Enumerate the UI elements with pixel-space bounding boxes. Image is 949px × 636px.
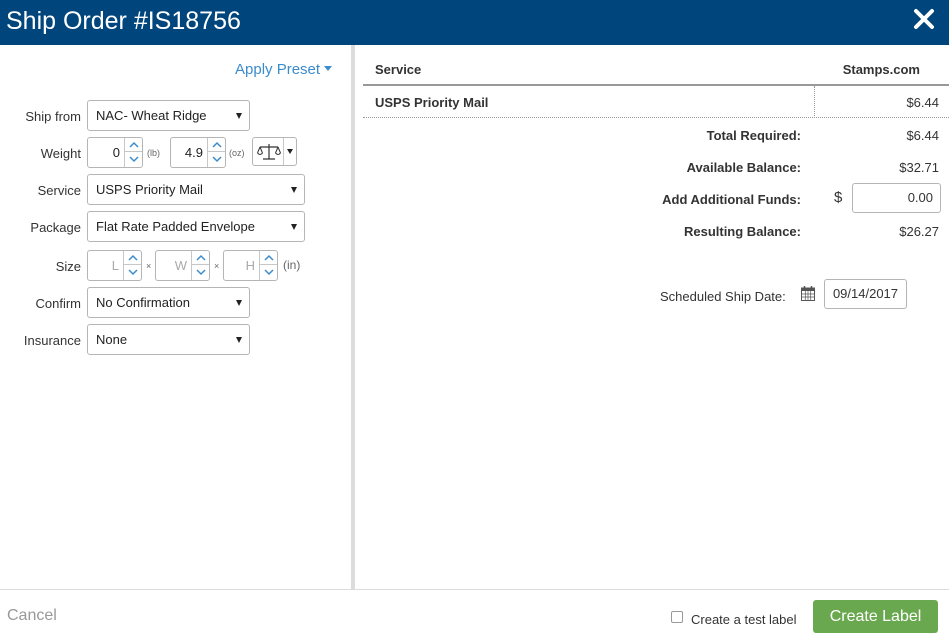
package-label: Package xyxy=(30,220,81,235)
increment-icon[interactable] xyxy=(124,251,141,265)
weight-lb-unit: (lb) xyxy=(147,148,160,158)
insurance-value: None xyxy=(96,332,128,347)
package-select[interactable]: Flat Rate Padded Envelope xyxy=(87,211,305,242)
weight-label: Weight xyxy=(40,146,81,161)
modal-header: Ship Order #IS18756 xyxy=(0,0,949,45)
service-select[interactable]: USPS Priority Mail xyxy=(87,174,305,205)
decrement-icon[interactable] xyxy=(208,152,225,166)
total-required-label: Total Required: xyxy=(706,128,801,143)
cancel-button[interactable]: Cancel xyxy=(7,607,57,625)
size-height-spinner xyxy=(259,251,277,280)
calendar-icon[interactable] xyxy=(801,286,815,301)
increment-icon[interactable] xyxy=(260,251,277,265)
dropdown-arrow-icon xyxy=(236,337,242,343)
decrement-icon[interactable] xyxy=(125,152,142,166)
size-length-placeholder: L xyxy=(111,258,119,273)
apply-preset-label: Apply Preset xyxy=(235,61,321,78)
increment-icon[interactable] xyxy=(208,138,225,152)
size-unit: (in) xyxy=(283,258,301,272)
confirmation-select[interactable]: No Confirmation xyxy=(87,287,250,318)
confirm-label: Confirm xyxy=(35,296,81,311)
test-label-text[interactable]: Create a test label xyxy=(691,612,797,627)
resulting-balance-value: $26.27 xyxy=(899,224,939,239)
confirmation-value: No Confirmation xyxy=(96,295,190,310)
scale-icon xyxy=(257,144,281,160)
modal-footer: Cancel Create a test label Create Label xyxy=(0,589,949,636)
header-divider xyxy=(363,84,949,86)
test-label-checkbox[interactable] xyxy=(671,611,683,623)
rate-cost: $6.44 xyxy=(906,95,939,110)
apply-preset-button[interactable]: Apply Preset xyxy=(235,61,333,78)
available-balance-label: Available Balance: xyxy=(686,160,801,175)
ship-from-select[interactable]: NAC- Wheat Ridge xyxy=(87,100,250,131)
modal-title: Ship Order #IS18756 xyxy=(6,7,241,35)
size-length-spinner xyxy=(123,251,141,280)
service-label: Service xyxy=(37,183,81,198)
size-width-placeholder: W xyxy=(174,258,187,273)
package-value: Flat Rate Padded Envelope xyxy=(96,219,255,234)
shipping-options-panel: Apply Preset Ship from NAC- Wheat Ridge … xyxy=(0,45,351,589)
increment-icon[interactable] xyxy=(192,251,209,265)
add-funds-input[interactable]: 0.00 xyxy=(852,183,941,213)
rate-service: USPS Priority Mail xyxy=(375,95,489,110)
weight-lb-spinner xyxy=(124,138,142,167)
service-value: USPS Priority Mail xyxy=(96,182,203,197)
size-height-placeholder: H xyxy=(245,258,255,273)
weight-oz-input[interactable]: 4.9 xyxy=(170,137,226,168)
caret-down-icon xyxy=(324,66,333,71)
close-icon[interactable] xyxy=(911,6,937,32)
ship-from-label: Ship from xyxy=(25,109,81,124)
times-separator: × xyxy=(146,261,152,271)
decrement-icon[interactable] xyxy=(124,265,141,279)
weight-oz-value: 4.9 xyxy=(184,145,203,160)
size-length-input[interactable]: L xyxy=(87,250,142,281)
service-column-header: Service xyxy=(375,62,422,77)
create-label-button[interactable]: Create Label xyxy=(813,600,938,633)
increment-icon[interactable] xyxy=(125,138,142,152)
currency-symbol: $ xyxy=(834,189,843,206)
weight-lb-input[interactable]: 0 xyxy=(87,137,143,168)
size-label: Size xyxy=(55,259,81,274)
decrement-icon[interactable] xyxy=(192,265,209,279)
decrement-icon[interactable] xyxy=(260,265,277,279)
times-separator: × xyxy=(214,261,220,271)
dropdown-arrow-icon xyxy=(236,113,242,119)
weight-lb-value: 0 xyxy=(112,145,120,160)
provider-column-header: Stamps.com xyxy=(842,62,920,77)
available-balance-value: $32.71 xyxy=(899,160,939,175)
weight-oz-unit: (oz) xyxy=(229,148,245,158)
resulting-balance-label: Resulting Balance: xyxy=(683,224,801,239)
total-required-value: $6.44 xyxy=(906,128,939,143)
ship-from-value: NAC- Wheat Ridge xyxy=(96,108,207,123)
ship-date-input[interactable]: 09/14/2017 xyxy=(824,279,907,309)
size-height-input[interactable]: H xyxy=(223,250,278,281)
dropdown-arrow-icon xyxy=(291,187,297,193)
ship-order-modal: Ship Order #IS18756 Apply Preset Ship fr… xyxy=(0,0,949,636)
size-width-input[interactable]: W xyxy=(155,250,210,281)
scale-button[interactable] xyxy=(252,137,297,166)
caret-down-icon xyxy=(287,149,293,154)
dropdown-arrow-icon xyxy=(291,224,297,230)
size-width-spinner xyxy=(191,251,209,280)
weight-oz-spinner xyxy=(207,138,225,167)
rates-panel: Service Stamps.com USPS Priority Mail $6… xyxy=(355,45,949,589)
dropdown-arrow-icon xyxy=(236,300,242,306)
add-funds-label: Add Additional Funds: xyxy=(662,192,801,207)
ship-date-label: Scheduled Ship Date: xyxy=(660,289,786,304)
insurance-label: Insurance xyxy=(23,333,81,348)
insurance-select[interactable]: None xyxy=(87,324,250,355)
